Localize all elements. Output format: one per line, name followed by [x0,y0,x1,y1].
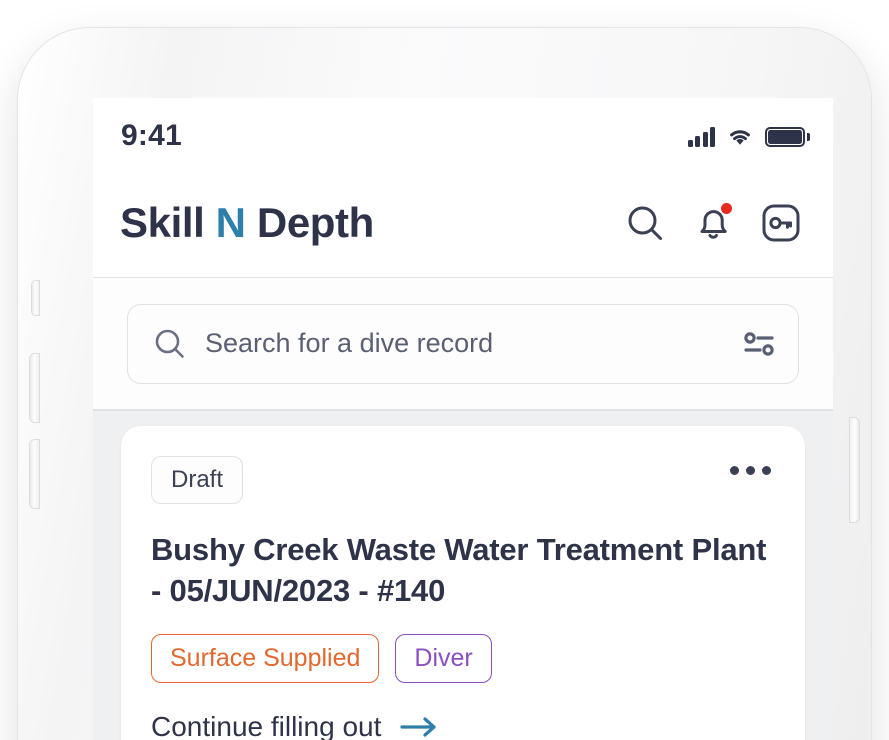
status-bar: 9:41 [93,98,833,168]
notifications-bell-icon[interactable] [691,201,735,245]
volume-up-button[interactable] [30,354,39,422]
continue-filling-out-label: Continue filling out [151,710,382,740]
key-icon[interactable] [759,201,803,245]
power-button[interactable] [850,418,859,522]
app-header: Skill N Depth [93,168,833,278]
arrow-right-icon [400,717,436,737]
dive-record-card[interactable]: Draft Bushy Creek Waste Water Treatment … [121,426,805,740]
filter-sliders-icon[interactable] [742,329,776,359]
card-header-row: Draft [151,456,775,504]
notification-badge-dot [721,202,732,214]
search-bar[interactable] [127,303,799,384]
brand-logo-part2: Depth [256,198,374,246]
tag-diver[interactable]: Diver [395,633,492,683]
record-list: Draft Bushy Creek Waste Water Treatment … [93,411,833,740]
search-icon[interactable] [623,201,667,245]
phone-frame: 9:41 Skill N Depth Search for a dive rec… [18,28,871,740]
phone-screen: 9:41 Skill N Depth Search for a dive rec… [93,98,833,740]
brand-logo-part1: Skill [120,198,205,246]
signal-bars-icon [687,127,715,147]
search-icon [155,329,184,358]
wifi-icon [730,130,750,145]
tag-surface-supplied[interactable]: Surface Supplied [151,633,380,683]
search-section [93,278,833,411]
volume-down-button[interactable] [30,440,39,508]
status-bar-icons [687,119,810,147]
status-bar-time: 9:41 [121,119,182,152]
record-title: Bushy Creek Waste Water Treatment Plant … [151,532,767,608]
brand-logo-accent: N [215,198,246,246]
header-actions [623,201,803,245]
battery-full-icon [765,127,810,147]
silent-switch[interactable] [32,281,39,315]
brand-logo: Skill N Depth [120,199,374,247]
more-options-icon[interactable] [726,456,775,485]
search-input[interactable] [205,328,724,359]
status-badge: Draft [151,456,244,504]
continue-filling-out-link[interactable]: Continue filling out [151,711,775,740]
record-tags: Surface Supplied Diver [151,633,775,683]
